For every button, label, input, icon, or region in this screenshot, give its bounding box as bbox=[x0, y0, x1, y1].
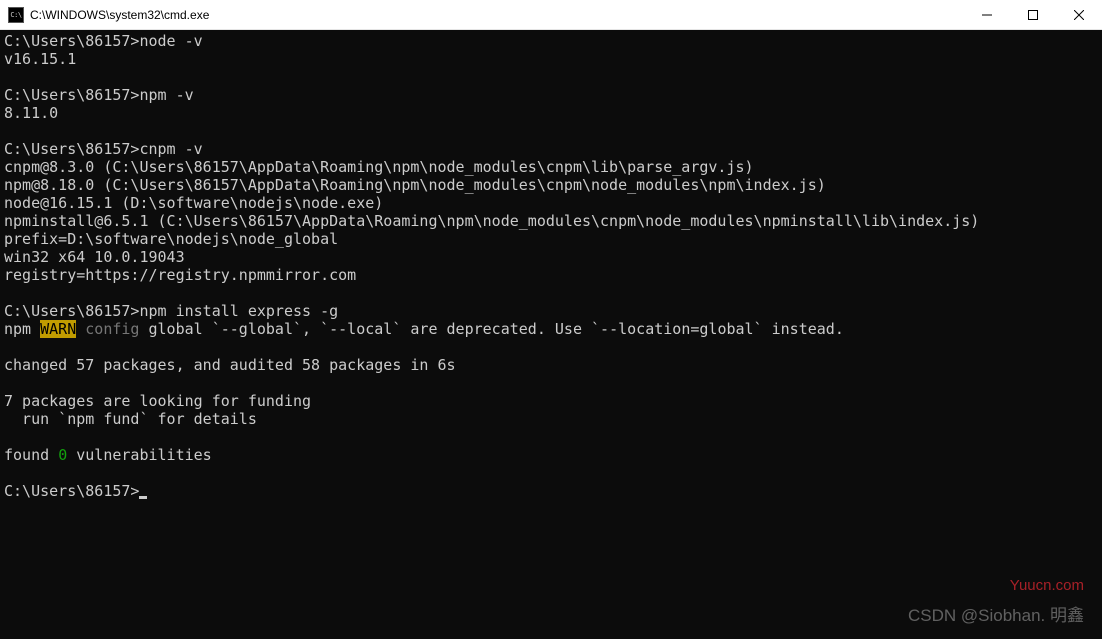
cmd-icon: C:\ bbox=[8, 7, 24, 23]
prompt: C:\Users\86157> bbox=[4, 302, 139, 320]
output-line: 7 packages are looking for funding bbox=[4, 392, 311, 410]
vuln-count: 0 bbox=[58, 446, 67, 464]
npm-warn-prefix: npm bbox=[4, 320, 40, 338]
terminal-output[interactable]: C:\Users\86157>node -v v16.15.1 C:\Users… bbox=[0, 30, 1102, 639]
command-text: npm install express -g bbox=[139, 302, 338, 320]
output-line: 8.11.0 bbox=[4, 104, 58, 122]
output-line: run `npm fund` for details bbox=[4, 410, 257, 428]
window-controls bbox=[964, 0, 1102, 29]
prompt: C:\Users\86157> bbox=[4, 140, 139, 158]
watermark-csdn: CSDN @Siobhan. 明鑫 bbox=[908, 607, 1084, 625]
prompt: C:\Users\86157> bbox=[4, 32, 139, 50]
output-line: win32 x64 10.0.19043 bbox=[4, 248, 185, 266]
npm-warn-message: global `--global`, `--local` are depreca… bbox=[139, 320, 843, 338]
prompt: C:\Users\86157> bbox=[4, 86, 139, 104]
output-line: cnpm@8.3.0 (C:\Users\86157\AppData\Roami… bbox=[4, 158, 754, 176]
command-text: node -v bbox=[139, 32, 202, 50]
cursor bbox=[139, 496, 147, 499]
command-text: cnpm -v bbox=[139, 140, 202, 158]
output-line: prefix=D:\software\nodejs\node_global bbox=[4, 230, 338, 248]
output-line: v16.15.1 bbox=[4, 50, 76, 68]
output-line: npminstall@6.5.1 (C:\Users\86157\AppData… bbox=[4, 212, 979, 230]
vuln-prefix: found bbox=[4, 446, 58, 464]
close-button[interactable] bbox=[1056, 0, 1102, 29]
titlebar: C:\ C:\WINDOWS\system32\cmd.exe bbox=[0, 0, 1102, 30]
prompt: C:\Users\86157> bbox=[4, 482, 139, 500]
output-line: npm@8.18.0 (C:\Users\86157\AppData\Roami… bbox=[4, 176, 826, 194]
vuln-suffix: vulnerabilities bbox=[67, 446, 212, 464]
npm-warn-config: config bbox=[85, 320, 139, 338]
npm-warn-badge: WARN bbox=[40, 320, 76, 338]
output-line: registry=https://registry.npmmirror.com bbox=[4, 266, 356, 284]
cmd-icon-text: C:\ bbox=[10, 11, 21, 19]
command-text: npm -v bbox=[139, 86, 193, 104]
minimize-button[interactable] bbox=[964, 0, 1010, 29]
spacer bbox=[76, 320, 85, 338]
output-line: node@16.15.1 (D:\software\nodejs\node.ex… bbox=[4, 194, 383, 212]
output-line: changed 57 packages, and audited 58 pack… bbox=[4, 356, 456, 374]
watermark-yuucn: Yuucn.com bbox=[1010, 577, 1084, 595]
window-title: C:\WINDOWS\system32\cmd.exe bbox=[30, 8, 964, 22]
maximize-button[interactable] bbox=[1010, 0, 1056, 29]
